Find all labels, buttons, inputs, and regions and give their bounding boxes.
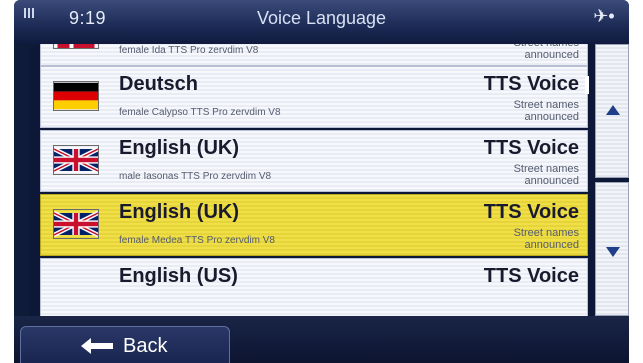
uk-flag-icon — [53, 145, 99, 175]
scroll-thumb[interactable] — [585, 76, 589, 94]
voice-type: TTS Voice — [483, 137, 579, 159]
voice-feature: Street names announced — [513, 163, 579, 187]
voice-type: TTS Voice — [483, 265, 579, 287]
voice-description: female Calypso TTS Pro zervdim V8 — [119, 107, 281, 118]
language-name: English (US) — [119, 265, 238, 287]
voice-feature: Street names announced — [513, 99, 579, 123]
scroll-down-button[interactable] — [595, 182, 629, 316]
language-row[interactable]: English (US) TTS Voice — [40, 258, 588, 316]
language-name: English (UK) — [119, 137, 239, 159]
gps-satellite-icon[interactable]: ✈• — [591, 6, 617, 26]
language-name: Deutsch — [119, 73, 198, 95]
voice-feature: Street names announced — [514, 44, 579, 61]
language-row[interactable]: Deutsch female Calypso TTS Pro zervdim V8… — [40, 66, 588, 128]
denmark-flag-icon — [53, 44, 99, 49]
voice-type: TTS Voice — [483, 73, 579, 95]
app-frame: 9:19 Voice Language ✈• Danskfemale Ida T… — [14, 0, 629, 363]
voice-feature: Street names announced — [513, 227, 579, 251]
language-list: Danskfemale Ida TTS Pro zervdim V8TTS Vo… — [30, 44, 595, 316]
back-label: Back — [123, 335, 168, 357]
uk-flag-icon — [53, 209, 99, 239]
language-row[interactable]: English (UK) male Iasonas TTS Pro zervdim… — [40, 130, 588, 192]
voice-description: female Medea TTS Pro zervdim V8 — [119, 235, 275, 246]
back-arrow-icon — [81, 338, 113, 354]
language-row[interactable]: English (UK) female Medea TTS Pro zervdim… — [40, 194, 588, 256]
voice-description: male Iasonas TTS Pro zervdim V8 — [119, 171, 272, 182]
language-name: English (UK) — [119, 201, 239, 223]
voice-description: female Ida TTS Pro zervdim V8 — [119, 45, 259, 56]
voice-type: TTS Voice — [483, 201, 579, 223]
page-title: Voice Language — [256, 8, 387, 28]
scroll-up-button[interactable] — [595, 44, 629, 178]
arrow-down-icon — [606, 247, 620, 257]
language-row[interactable]: Danskfemale Ida TTS Pro zervdim V8TTS Vo… — [40, 44, 588, 66]
status-bar: 9:19 Voice Language ✈• — [14, 0, 629, 44]
arrow-up-icon — [606, 105, 620, 115]
bottom-bar: Back — [14, 316, 629, 363]
germany-flag-icon — [53, 81, 99, 111]
back-button[interactable]: Back — [20, 326, 230, 363]
scroll-controls — [595, 44, 629, 316]
